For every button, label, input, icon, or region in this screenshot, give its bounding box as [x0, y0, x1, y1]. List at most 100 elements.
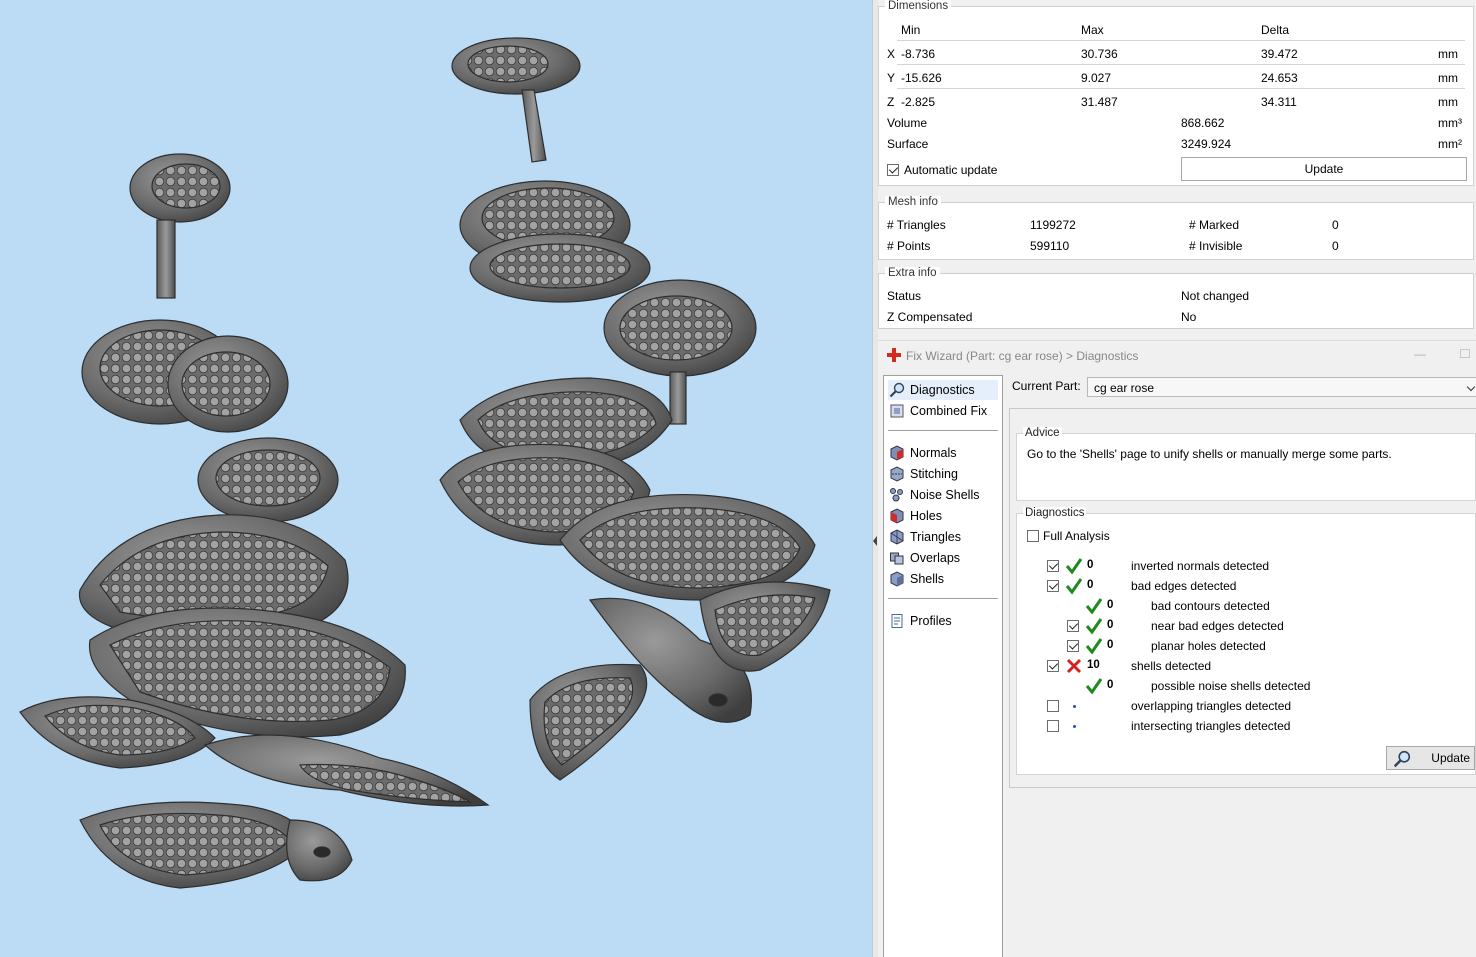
check-count: 0: [1107, 619, 1114, 631]
check-inverted-normals-checkbox[interactable]: [1047, 560, 1059, 572]
check-label: bad contours detected: [1151, 599, 1270, 613]
nav-stitching[interactable]: Stitching: [888, 464, 998, 484]
check-mark-icon: [1065, 558, 1083, 575]
update-label: Update: [1431, 751, 1470, 765]
check-planar-holes-checkbox[interactable]: [1067, 640, 1079, 652]
marked-value: 0: [1332, 218, 1339, 232]
divider: [897, 88, 1465, 89]
automatic-update-checkbox[interactable]: [887, 164, 899, 176]
overlaps-icon: [888, 549, 906, 567]
z-compensated-value: No: [1181, 310, 1197, 324]
nav-shells[interactable]: Shells: [888, 569, 998, 589]
nav-label: Diagnostics: [910, 383, 975, 397]
minimize-button[interactable]: —: [1414, 347, 1426, 361]
advice-title: Advice: [1023, 427, 1062, 439]
nav-separator: [888, 598, 998, 599]
combined-fix-icon: [888, 402, 906, 420]
current-part-select[interactable]: cg ear rose: [1087, 377, 1476, 397]
row-y-unit: mm: [1438, 71, 1458, 85]
check-label: near bad edges detected: [1151, 619, 1284, 633]
nav-triangles[interactable]: Triangles: [888, 527, 998, 547]
check-mark-icon: [1085, 638, 1103, 655]
nav-noise-shells[interactable]: Noise Shells: [888, 485, 998, 505]
row-z-min: -2.825: [901, 95, 936, 109]
nav-label: Stitching: [910, 467, 958, 481]
row-x-unit: mm: [1438, 47, 1458, 61]
nav-normals[interactable]: Normals: [888, 443, 998, 463]
advice-text: Go to the 'Shells' page to unify shells …: [1027, 447, 1392, 461]
fix-wizard-window: Fix Wizard (Part: cg ear rose) > Diagnos…: [878, 340, 1476, 957]
nav-label: Overlaps: [910, 551, 961, 565]
check-mark-icon: [1085, 618, 1103, 635]
row-z-axis: Z: [887, 95, 895, 109]
check-count: 0: [1107, 599, 1114, 611]
red-cross-icon: [887, 348, 901, 362]
nav-holes[interactable]: Holes: [888, 506, 998, 526]
check-mark-icon: [1085, 678, 1103, 695]
status-value: Not changed: [1181, 289, 1250, 303]
check-mark-icon: [1085, 598, 1103, 615]
nav-label: Holes: [910, 509, 942, 523]
z-compensated-label: Z Compensated: [887, 310, 973, 324]
nav-label: Noise Shells: [910, 488, 980, 502]
check-label: possible noise shells detected: [1151, 679, 1311, 693]
divider: [897, 40, 1465, 41]
nav-profiles[interactable]: Profiles: [888, 611, 998, 631]
row-x-min: -8.736: [901, 47, 936, 61]
check-shells-checkbox[interactable]: [1047, 660, 1059, 672]
nav-diagnostics[interactable]: Diagnostics: [888, 380, 998, 400]
check-label: planar holes detected: [1151, 639, 1266, 653]
diagnostics-group: Diagnostics Full Analysis 0 inverted nor…: [1016, 507, 1476, 775]
splitter-arrow-icon[interactable]: [873, 536, 877, 546]
automatic-update-label: Automatic update: [904, 163, 998, 177]
dimensions-title: Dimensions: [885, 0, 952, 12]
check-overlapping-triangles-checkbox[interactable]: [1047, 700, 1059, 712]
check-bad-edges-checkbox[interactable]: [1047, 580, 1059, 592]
model-render: [19, 37, 831, 889]
nav-label: Triangles: [910, 530, 961, 544]
check-label: inverted normals detected: [1131, 559, 1270, 573]
marked-label: # Marked: [1189, 218, 1240, 232]
error-cross-icon: [1066, 658, 1082, 674]
extra-info-group: Extra info Status Not changed Z Compensa…: [878, 267, 1474, 329]
triangles-icon: [888, 528, 906, 546]
full-analysis-label: Full Analysis: [1043, 529, 1110, 543]
invisible-label: # Invisible: [1189, 239, 1243, 253]
triangles-label: # Triangles: [887, 218, 946, 232]
points-value: 599110: [1030, 239, 1070, 253]
diagnostics-update-button[interactable]: Update: [1386, 746, 1475, 770]
3d-viewport[interactable]: [0, 0, 872, 957]
check-count: 10: [1087, 659, 1100, 671]
check-intersecting-triangles-checkbox[interactable]: [1047, 720, 1059, 732]
maximize-button[interactable]: [1460, 349, 1470, 358]
check-count: 0: [1107, 679, 1114, 691]
invisible-value: 0: [1332, 239, 1339, 253]
magnifier-icon: [1393, 750, 1411, 768]
noise-shells-icon: [888, 486, 906, 504]
dimensions-update-button[interactable]: Update: [1181, 157, 1467, 181]
check-label: bad edges detected: [1131, 579, 1237, 593]
nav-combined-fix[interactable]: Combined Fix: [888, 401, 998, 421]
surface-value: 3249.924: [1181, 137, 1232, 151]
row-y-min: -15.626: [901, 71, 942, 85]
mesh-info-group: Mesh info # Triangles 1199272 # Marked 0…: [878, 196, 1474, 260]
surface-unit: mm²: [1438, 137, 1462, 151]
holes-icon: [888, 507, 906, 525]
model-part-right: [439, 37, 831, 781]
header-max: Max: [1081, 23, 1104, 37]
row-y-delta: 24.653: [1261, 71, 1298, 85]
volume-label: Volume: [887, 116, 928, 130]
row-x-delta: 39.472: [1261, 47, 1298, 61]
pending-dot-icon: [1073, 725, 1076, 728]
wizard-title: Fix Wizard (Part: cg ear rose) > Diagnos…: [906, 349, 1139, 363]
row-y-max: 9.027: [1081, 71, 1112, 85]
nav-label: Normals: [910, 446, 957, 460]
check-near-bad-edges-checkbox[interactable]: [1067, 620, 1079, 632]
row-z-unit: mm: [1438, 95, 1458, 109]
nav-overlaps[interactable]: Overlaps: [888, 548, 998, 568]
stitching-icon: [888, 465, 906, 483]
full-analysis-checkbox[interactable]: [1027, 530, 1039, 542]
model-part-left: [19, 153, 490, 889]
profiles-icon: [888, 612, 906, 630]
check-count: 0: [1087, 579, 1094, 591]
